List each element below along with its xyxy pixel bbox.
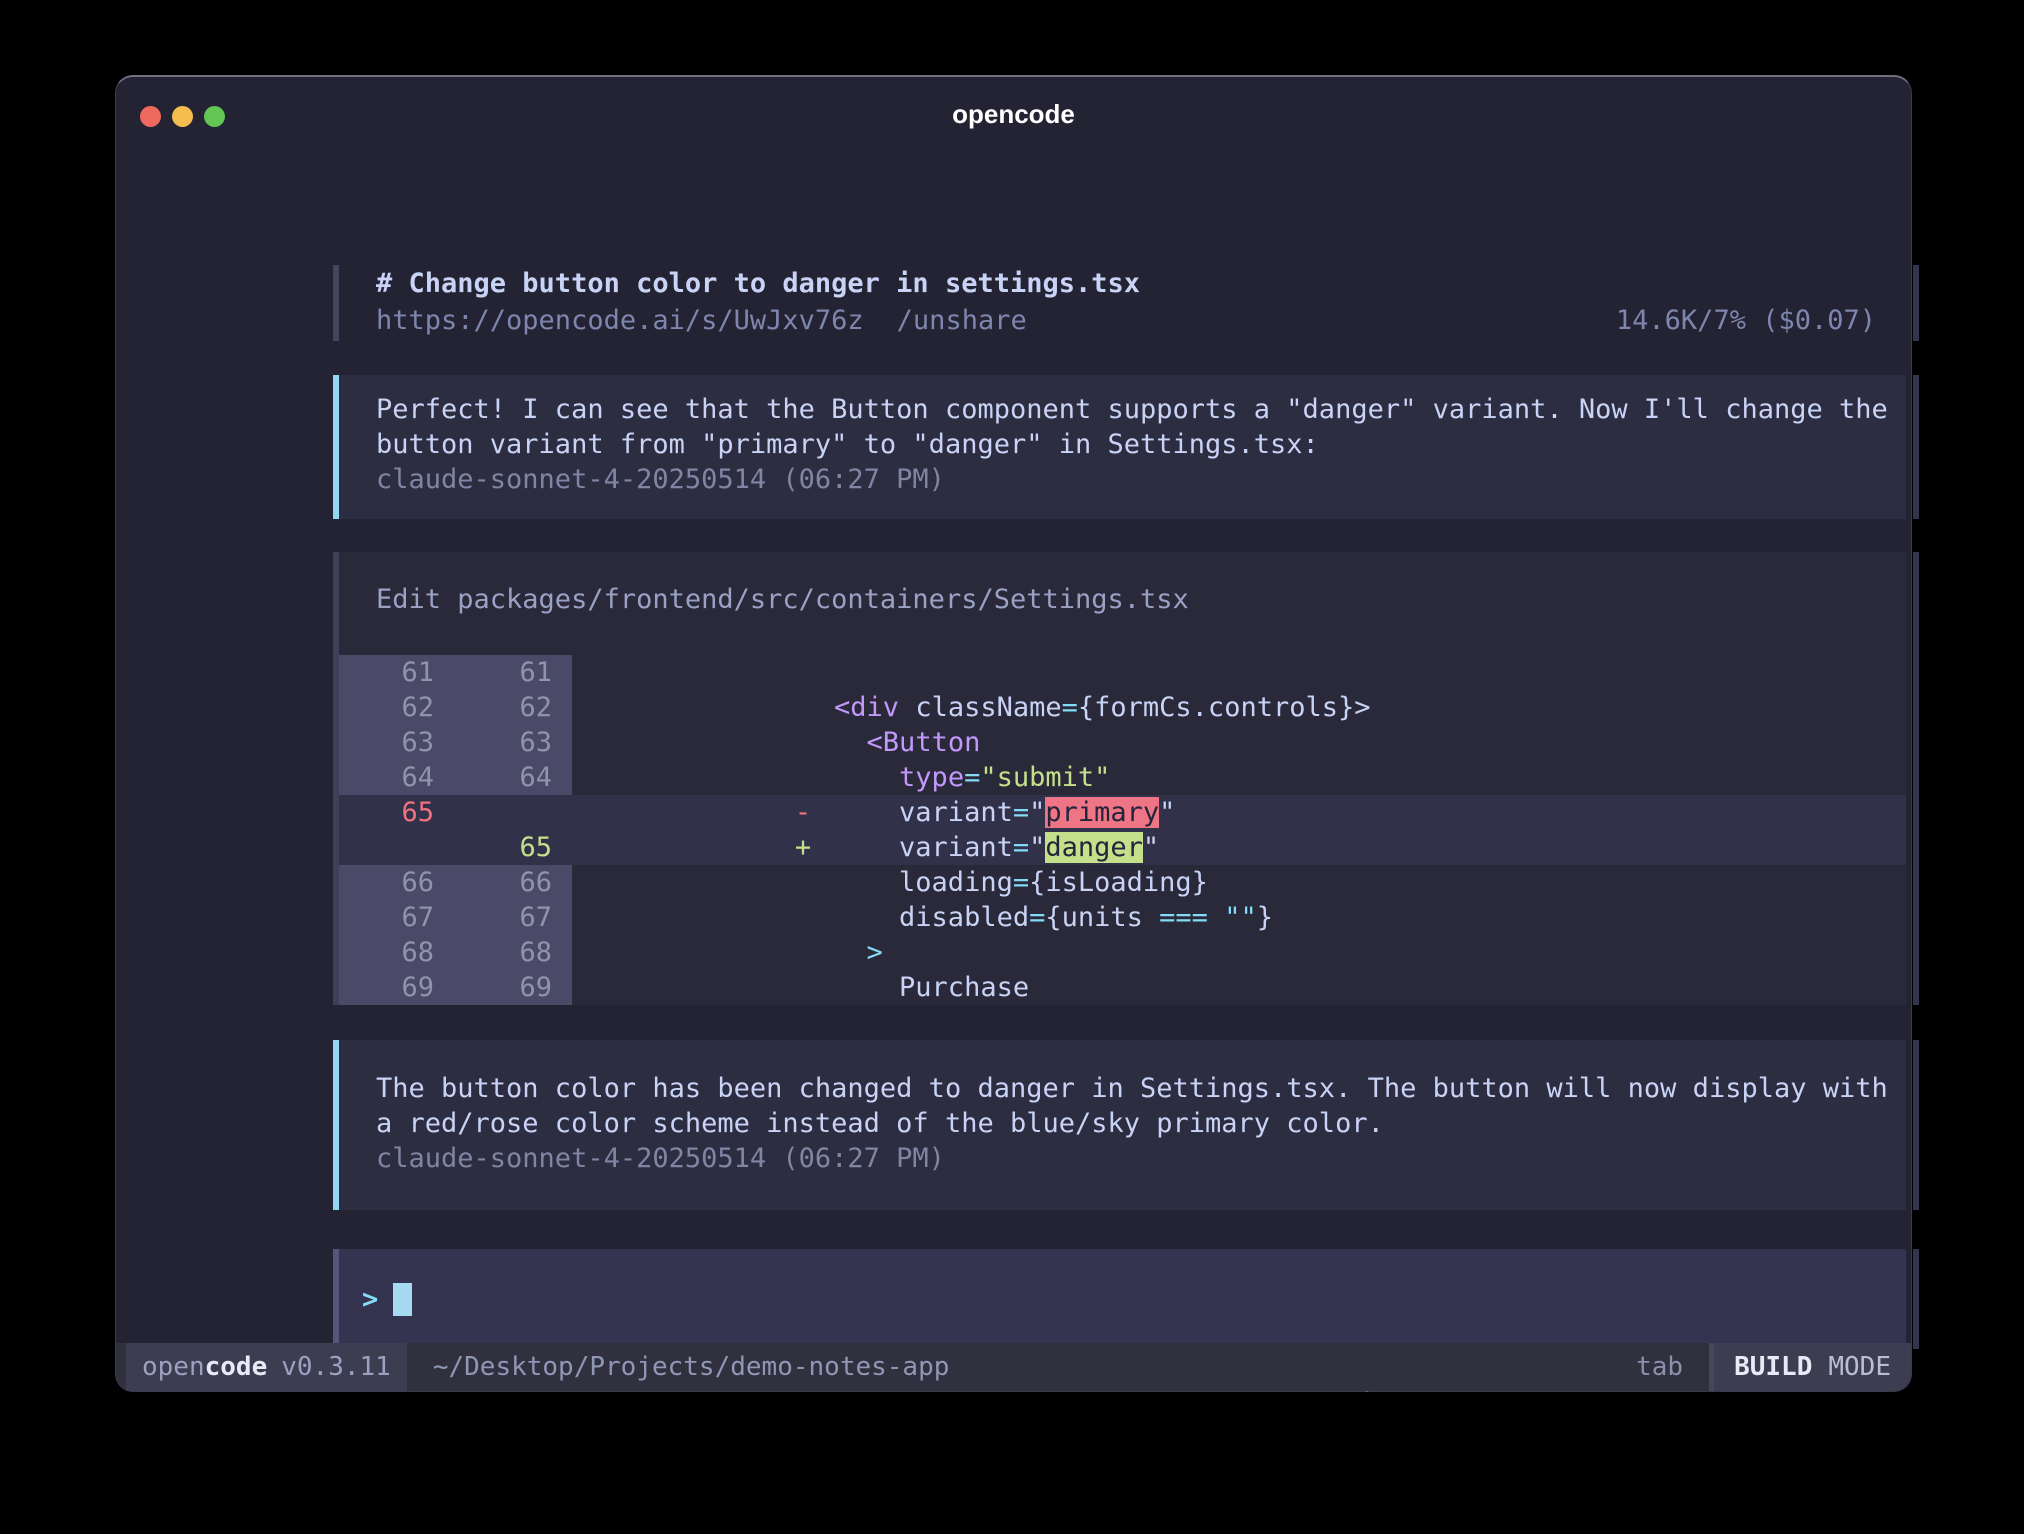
prompt-input[interactable]: > (333, 1249, 1906, 1349)
diff-gutter: 6868 (339, 935, 572, 970)
opencode-window: opencode # Change button color to danger… (115, 75, 1912, 1392)
diff-tool-card: Edit packages/frontend/src/containers/Se… (333, 552, 1906, 1005)
diff-row: 6666 loading={isLoading} (339, 865, 1906, 900)
diff-file-title: Edit packages/frontend/src/containers/Se… (339, 552, 1906, 617)
new-line-number: 62 (434, 690, 552, 725)
old-line-number: 63 (339, 725, 434, 760)
unshare-command[interactable]: /unshare (897, 302, 1027, 339)
diff-gutter: 6767 (339, 900, 572, 935)
diff-row: 6262 <div className={formCs.controls}> (339, 690, 1906, 725)
diff-gutter: 6161 (339, 655, 572, 690)
new-line-number: 66 (434, 865, 552, 900)
diff-row: 6464 type="submit" (339, 760, 1906, 795)
diff-row: 6161 (339, 655, 1906, 690)
new-line-number: 69 (434, 970, 552, 1005)
app-name-open: open (142, 1352, 205, 1382)
diff-gutter: 6464 (339, 760, 572, 795)
diff-row: 6767 disabled={units === ""} (339, 900, 1906, 935)
message-line: The button color has been changed to dan… (376, 1071, 1906, 1106)
message-line: a red/rose color scheme instead of the b… (376, 1106, 1906, 1141)
mode-suffix: MODE (1828, 1352, 1891, 1382)
old-line-number: 69 (339, 970, 434, 1005)
model-timestamp: claude-sonnet-4-20250514 (06:27 PM) (376, 1141, 1906, 1176)
build-mode-toggle[interactable]: BUILD MODE (1714, 1343, 1911, 1391)
status-bar: opencode v0.3.11 ~/Desktop/Projects/demo… (116, 1343, 1911, 1391)
assistant-message: The button color has been changed to dan… (333, 1040, 1906, 1210)
old-line-number: 66 (339, 865, 434, 900)
token-usage: 14.6K/7% ($0.07) (1616, 302, 1876, 339)
model-timestamp: claude-sonnet-4-20250514 (06:27 PM) (376, 462, 1906, 497)
diff-row: 65 variant="danger"+ (339, 830, 1906, 865)
message-line: button variant from "primary" to "danger… (376, 427, 1906, 462)
tab-key-hint: tab (1636, 1343, 1683, 1391)
diff-row: 6868 > (339, 935, 1906, 970)
new-line-number: 67 (434, 900, 552, 935)
window-title: opencode (116, 99, 1911, 130)
old-line-number: 61 (339, 655, 434, 690)
diff-gutter: 6262 (339, 690, 572, 725)
old-line-number: 62 (339, 690, 434, 725)
new-line-number: 65 (434, 830, 552, 865)
diff-code-line: type="submit" (769, 760, 1110, 795)
mode-name: BUILD (1734, 1352, 1812, 1382)
diff-gutter: 6666 (339, 865, 572, 900)
diff-row: 65 variant="primary"- (339, 795, 1906, 830)
diff-code-line: disabled={units === ""} (769, 900, 1273, 935)
diff-rows: 61616262 <div className={formCs.controls… (339, 655, 1906, 1005)
old-line-number: 68 (339, 935, 434, 970)
new-line-number: 61 (434, 655, 552, 690)
diff-code-line: variant="primary" (769, 795, 1175, 830)
diff-code-line: > (769, 935, 883, 970)
share-url-link[interactable]: https://opencode.ai/s/UwJxv76z (376, 302, 864, 339)
diff-code-line: <Button (769, 725, 980, 760)
prompt-caret: > (362, 1284, 378, 1315)
diff-gutter: 65 (339, 830, 572, 865)
diff-code-line: <div className={formCs.controls}> (769, 690, 1371, 725)
diff-code-line: loading={isLoading} (769, 865, 1208, 900)
new-line-number: 63 (434, 725, 552, 760)
app-version: v0.3.11 (281, 1352, 391, 1382)
app-version-chip: opencode v0.3.11 (126, 1343, 407, 1391)
diff-row: 6969 Purchase (339, 970, 1906, 1005)
new-line-number (434, 795, 552, 830)
text-cursor (393, 1283, 412, 1316)
old-line-number: 64 (339, 760, 434, 795)
removed-line-marker: - (791, 795, 815, 830)
diff-code-line: variant="danger" (769, 830, 1159, 865)
old-line-number: 67 (339, 900, 434, 935)
new-line-number: 64 (434, 760, 552, 795)
diff-code-line: Purchase (769, 970, 1029, 1005)
added-line-marker: + (791, 830, 815, 865)
diff-gutter: 6969 (339, 970, 572, 1005)
session-title: # Change button color to danger in setti… (376, 265, 1906, 302)
title-bar: opencode (116, 77, 1911, 147)
assistant-message: Perfect! I can see that the Button compo… (333, 375, 1906, 519)
diff-row: 6363 <Button (339, 725, 1906, 760)
app-name-code: code (205, 1352, 268, 1382)
new-line-number: 68 (434, 935, 552, 970)
working-directory: ~/Desktop/Projects/demo-notes-app (433, 1343, 950, 1391)
message-line: Perfect! I can see that the Button compo… (376, 392, 1906, 427)
diff-gutter: 65 (339, 795, 572, 830)
old-line-number: 65 (339, 795, 434, 830)
old-line-number (339, 830, 434, 865)
diff-gutter: 6363 (339, 725, 572, 760)
session-header: # Change button color to danger in setti… (333, 265, 1906, 341)
